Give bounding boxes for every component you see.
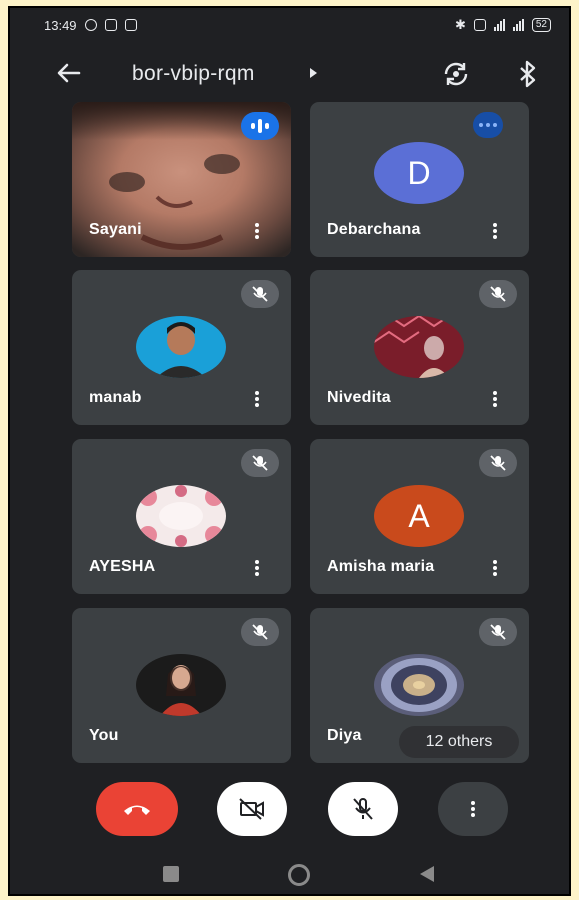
microphone-off-icon: [353, 798, 373, 820]
more-horiz-icon: [473, 112, 503, 138]
avatar: [136, 485, 226, 547]
participant-tile-you[interactable]: You: [72, 608, 291, 763]
speaking-indicator-icon: [241, 112, 279, 140]
recents-icon[interactable]: [163, 866, 179, 882]
notification-icon: [104, 19, 117, 31]
meeting-info-arrow-icon[interactable]: [310, 68, 317, 78]
more-vert-icon: [470, 799, 476, 819]
participant-tile-sayani[interactable]: Sayani: [72, 102, 291, 257]
volte-icon: [473, 19, 486, 31]
status-bar: 13:49 ✱ 52: [10, 8, 569, 42]
microphone-off-icon: [241, 618, 279, 646]
end-call-button[interactable]: [96, 782, 178, 836]
avatar: A: [374, 485, 464, 547]
camera-toggle-button[interactable]: [217, 782, 287, 836]
system-nav-bar: [10, 854, 569, 894]
others-count-button[interactable]: 12 others: [399, 726, 519, 758]
avatar: [136, 654, 226, 716]
more-vert-icon[interactable]: [491, 221, 499, 243]
more-vert-icon[interactable]: [253, 558, 261, 580]
microphone-off-icon: [479, 280, 517, 308]
call-controls: [10, 782, 569, 852]
microphone-off-icon: [479, 449, 517, 477]
participant-name: manab: [89, 389, 142, 406]
participant-name: Debarchana: [327, 221, 421, 238]
system-back-icon[interactable]: [420, 866, 434, 882]
home-icon[interactable]: [288, 864, 310, 886]
back-arrow-icon[interactable]: [54, 58, 84, 88]
participant-name: Sayani: [89, 221, 142, 238]
participant-tile-manab[interactable]: manab: [72, 270, 291, 425]
microphone-off-icon: [241, 449, 279, 477]
battery-icon: 52: [531, 18, 551, 32]
bluetooth-status-icon: ✱: [454, 17, 466, 32]
participant-tile-amisha-maria[interactable]: A Amisha maria: [310, 439, 529, 594]
meeting-header: bor-vbip-rqm: [10, 52, 569, 96]
participant-name: AYESHA: [89, 558, 156, 575]
microphone-off-icon: [241, 280, 279, 308]
bluetooth-icon[interactable]: [515, 58, 541, 90]
more-vert-icon[interactable]: [491, 558, 499, 580]
video-notification-icon: [124, 19, 137, 31]
microphone-toggle-button[interactable]: [328, 782, 398, 836]
participant-tile-nivedita[interactable]: Nivedita: [310, 270, 529, 425]
participant-tile-debarchana[interactable]: D Debarchana: [310, 102, 529, 257]
more-vert-icon[interactable]: [253, 221, 261, 243]
camera-off-icon: [239, 798, 264, 820]
meet-screen: 13:49 ✱ 52 bor-vbip-rqm Sayani D Debarch…: [8, 6, 571, 896]
end-call-icon: [124, 805, 150, 815]
avatar: D: [374, 142, 464, 204]
signal-icon-2: [512, 19, 524, 31]
participant-tile-diya[interactable]: Diya 12 others: [310, 608, 529, 763]
participant-name: Nivedita: [327, 389, 391, 406]
participant-tile-ayesha[interactable]: AYESHA: [72, 439, 291, 594]
participant-name: Amisha maria: [327, 558, 435, 575]
more-vert-icon[interactable]: [491, 389, 499, 411]
participant-name: Diya: [327, 727, 362, 744]
switch-camera-icon[interactable]: [440, 58, 472, 90]
whatsapp-icon: [84, 19, 97, 31]
avatar: [374, 316, 464, 378]
microphone-off-icon: [479, 618, 517, 646]
more-options-button[interactable]: [438, 782, 508, 836]
avatar: [374, 654, 464, 716]
avatar: [136, 316, 226, 378]
signal-icon: [493, 19, 505, 31]
status-time: 13:49: [44, 17, 77, 33]
meeting-code[interactable]: bor-vbip-rqm: [132, 62, 255, 86]
more-vert-icon[interactable]: [253, 389, 261, 411]
participant-name: You: [89, 727, 119, 744]
